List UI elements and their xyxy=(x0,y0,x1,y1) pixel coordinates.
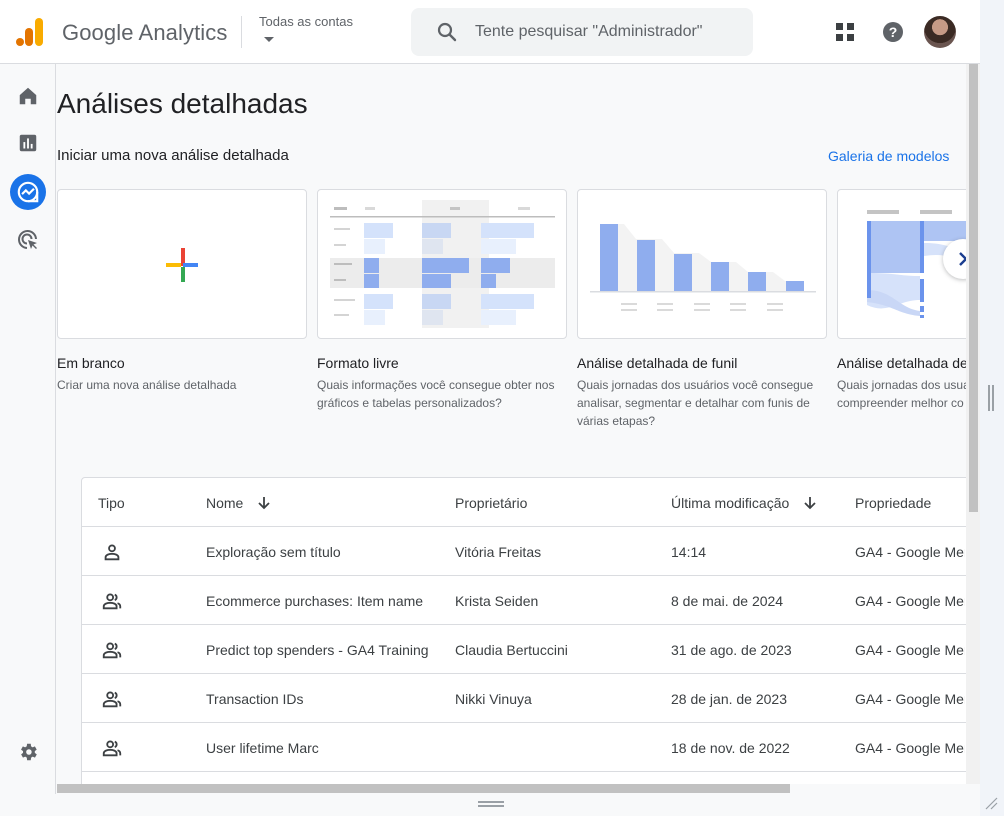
type-cell xyxy=(98,625,178,674)
resize-grip-icon[interactable] xyxy=(984,796,998,810)
template-card-free-form[interactable] xyxy=(317,189,567,339)
template-card-funnel[interactable] xyxy=(577,189,827,339)
exploration-name[interactable]: Predict top spenders - GA4 Training xyxy=(206,625,446,674)
person-icon xyxy=(104,543,120,560)
account-picker-label: Todas as contas xyxy=(259,14,353,29)
owner-name: Vitória Freitas xyxy=(455,543,542,560)
nav-admin[interactable] xyxy=(10,734,46,770)
svg-text:?: ? xyxy=(889,24,898,40)
column-header-name[interactable]: Nome xyxy=(206,478,446,527)
template-title: Em branco xyxy=(57,355,125,371)
type-cell xyxy=(98,527,178,576)
table-header-row: Tipo Nome Proprietário Última modificaçã… xyxy=(82,478,966,527)
sort-arrow-down-icon[interactable] xyxy=(803,496,817,510)
template-title: Análise detalhada de funil xyxy=(577,355,738,371)
app-title: Google Analytics xyxy=(62,20,228,45)
people-icon xyxy=(102,690,122,707)
table-row[interactable]: Ecommerce purchases: Item name Krista Se… xyxy=(82,576,966,625)
left-navigation xyxy=(0,64,56,794)
help-icon[interactable]: ? xyxy=(881,20,905,44)
nav-advertising[interactable] xyxy=(10,222,46,258)
section-label: Iniciar uma nova análise detalhada xyxy=(57,147,289,164)
vertical-scrollbar-thumb[interactable] xyxy=(969,64,978,512)
bottom-resize-handle[interactable] xyxy=(478,801,504,807)
home-icon xyxy=(19,87,37,105)
search-icon xyxy=(437,22,457,42)
explorations-table: Tipo Nome Proprietário Última modificaçã… xyxy=(81,477,966,784)
table-row[interactable]: Transaction IDs Nikki Vinuya 28 de jan. … xyxy=(82,674,966,723)
property-name: GA4 - Google Mer xyxy=(855,739,965,756)
template-card-blank[interactable] xyxy=(57,189,307,339)
explore-icon xyxy=(17,181,39,203)
type-cell xyxy=(98,674,178,723)
nav-explore[interactable] xyxy=(10,174,46,210)
nav-reports[interactable] xyxy=(10,125,46,161)
template-description: Quais jornadas dos usuários você consegu… xyxy=(577,378,814,428)
template-description: Quais jornadas dos usua compreender melh… xyxy=(837,378,966,410)
free-form-illustration xyxy=(330,200,555,328)
owner-name: Nikki Vinuya xyxy=(455,690,532,707)
column-header-type: Tipo xyxy=(98,494,125,511)
modified-date: 31 de ago. de 2023 xyxy=(671,641,792,658)
cursor-target-icon xyxy=(18,230,37,249)
analytics-logo-icon[interactable] xyxy=(16,17,44,47)
people-icon xyxy=(102,739,122,756)
modified-date: 28 de jan. de 2023 xyxy=(671,690,787,707)
exploration-name[interactable]: Exploração sem título xyxy=(206,527,446,576)
caret-down-icon xyxy=(264,37,274,42)
template-gallery-link[interactable]: Galeria de modelos xyxy=(828,148,949,164)
modified-date: 8 de mai. de 2024 xyxy=(671,592,784,609)
property-name: GA4 - Google Mer xyxy=(855,641,965,658)
table-row[interactable]: Predict top spenders - GA4 Training Clau… xyxy=(82,625,966,674)
nav-home[interactable] xyxy=(10,78,46,114)
template-description: Quais informações você consegue obter no… xyxy=(317,378,555,410)
template-description: Criar uma nova análise detalhada xyxy=(57,378,237,392)
account-picker[interactable]: Todas as contas xyxy=(259,14,353,42)
table-row[interactable]: User lifetime Marc 18 de nov. de 2022 GA… xyxy=(82,723,966,772)
owner-name: Claudia Bertuccini xyxy=(455,641,568,658)
owner-name: Krista Seiden xyxy=(455,592,539,609)
exploration-name[interactable]: Ecommerce purchases: Item name xyxy=(206,576,446,625)
page-title: Análises detalhadas xyxy=(57,88,308,119)
funnel-illustration xyxy=(590,224,816,311)
chevron-right-icon xyxy=(959,252,966,266)
modified-date: 14:14 xyxy=(671,543,707,560)
column-header-property[interactable]: Propriedade xyxy=(855,478,965,527)
apps-grid-icon[interactable] xyxy=(833,20,857,44)
modified-date: 18 de nov. de 2022 xyxy=(671,739,790,756)
owner-name xyxy=(455,723,655,772)
bar-chart-icon xyxy=(19,134,37,152)
column-header-name-label: Nome xyxy=(206,494,244,511)
table-row[interactable]: Exploração sem título Vitória Freitas 14… xyxy=(82,527,966,576)
avatar[interactable] xyxy=(924,16,956,48)
column-header-modified[interactable]: Última modificação xyxy=(671,478,851,527)
property-name: GA4 - Google Mer xyxy=(855,690,965,707)
gear-icon xyxy=(21,743,37,761)
search-box[interactable] xyxy=(411,8,753,56)
column-header-owner[interactable]: Proprietário xyxy=(455,478,655,527)
column-header-modified-label: Última modificação xyxy=(671,494,790,511)
type-cell xyxy=(98,723,178,772)
exploration-name[interactable]: Transaction IDs xyxy=(206,674,446,723)
people-icon xyxy=(102,641,122,658)
property-name: GA4 - Google Mer xyxy=(855,592,965,609)
main-content: Análises detalhadas Iniciar uma nova aná… xyxy=(57,64,966,784)
type-cell xyxy=(98,576,178,625)
exploration-name[interactable]: User lifetime Marc xyxy=(206,723,446,772)
plus-icon xyxy=(166,248,198,282)
horizontal-scrollbar-thumb[interactable] xyxy=(57,784,790,793)
top-app-bar: Google Analytics Todas as contas ? xyxy=(0,0,980,64)
template-title: Formato livre xyxy=(317,355,399,371)
property-name: GA4 - Google Mer xyxy=(855,543,965,560)
search-input[interactable] xyxy=(475,23,745,41)
panel-resize-handle[interactable] xyxy=(988,385,994,411)
template-title: Análise detalhada de xyxy=(837,355,966,371)
header-divider xyxy=(241,16,242,48)
sort-arrow-down-icon[interactable] xyxy=(257,496,271,510)
people-icon xyxy=(102,592,122,609)
